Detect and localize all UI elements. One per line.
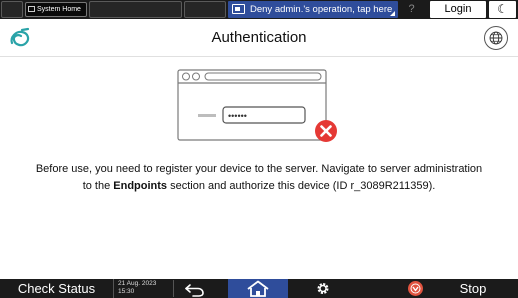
moon-icon: ☾: [497, 2, 508, 16]
gear-icon: [317, 283, 329, 294]
system-home-label: System Home: [37, 6, 81, 13]
password-mask-text: ••••••: [228, 111, 247, 121]
stop-icon[interactable]: [408, 281, 423, 296]
home-button[interactable]: [228, 279, 288, 298]
message-line-2: to the Endpoints section and authorize t…: [20, 178, 498, 195]
login-label: Login: [444, 3, 472, 15]
check-status-button[interactable]: Check Status: [0, 279, 114, 298]
endpoints-section-name: Endpoints: [113, 180, 168, 192]
deny-admin-operation-label: Deny admin.'s operation, tap here: [250, 4, 393, 15]
login-button[interactable]: Login: [430, 1, 486, 18]
topbar-segment: [184, 1, 226, 18]
registration-message: Before use, you need to register your de…: [20, 161, 498, 195]
remote-operation-icon: [232, 4, 245, 14]
topbar-segment: [1, 1, 23, 18]
message-line-2-prefix: to the: [82, 180, 114, 192]
message-line-1: Before use, you need to register your de…: [35, 163, 483, 175]
page-header: Authentication: [0, 19, 518, 57]
home-icon: [247, 280, 269, 297]
message-line-2-suffix: section and authorize this device (ID r_…: [167, 180, 436, 192]
page-title: Authentication: [211, 29, 307, 46]
corner-indicator-icon: [390, 11, 395, 16]
login-failure-illustration: ••••••: [177, 69, 337, 142]
help-icon: ?: [408, 3, 415, 15]
back-arrow-icon: [185, 284, 204, 297]
topbar-segment: [89, 1, 182, 18]
settings-button[interactable]: [293, 279, 353, 298]
globe-language-icon[interactable]: [484, 26, 508, 50]
bottom-navigation-bar: Check Status 21 Aug. 2023 15:30 Stop: [0, 279, 518, 298]
night-mode-button[interactable]: ☾: [489, 1, 516, 18]
error-x-icon: [315, 120, 337, 142]
home-screen-icon: [28, 6, 35, 12]
back-button[interactable]: [165, 279, 225, 298]
top-status-bar: System Home Deny admin.'s operation, tap…: [0, 0, 518, 19]
system-home-button[interactable]: System Home: [25, 2, 87, 17]
help-button[interactable]: ?: [399, 1, 424, 18]
deny-admin-operation-button[interactable]: Deny admin.'s operation, tap here: [228, 1, 398, 18]
stop-button[interactable]: Stop: [428, 279, 518, 298]
